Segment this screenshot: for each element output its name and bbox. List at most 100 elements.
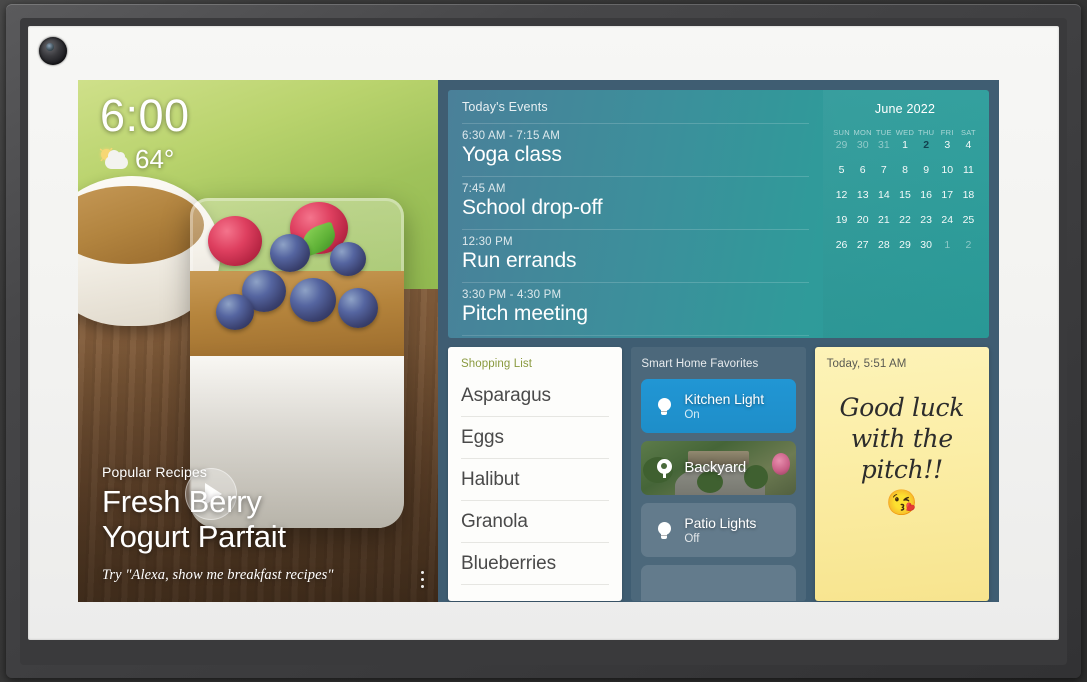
calendar-day-today[interactable]: 2 <box>916 137 937 153</box>
smart-home-card-name: Backyard <box>684 459 747 476</box>
event-row[interactable]: 3:30 PM - 4:30 PM Pitch meeting <box>462 282 809 335</box>
partly-cloudy-icon <box>98 145 130 171</box>
calendar-day[interactable]: 16 <box>916 187 937 203</box>
calendar-dow: TUE <box>875 128 892 137</box>
calendar-day[interactable]: 24 <box>937 212 958 228</box>
calendar-dow: THU <box>917 128 935 137</box>
shopping-list-title: Shopping List <box>461 358 532 370</box>
event-name: Run errands <box>462 249 577 272</box>
calendar-day[interactable]: 20 <box>852 212 873 228</box>
calendar-day[interactable]: 3 <box>937 137 958 153</box>
list-item[interactable]: Granola <box>461 501 610 543</box>
smart-home-card-state: Off <box>684 532 700 545</box>
bottom-widget-row: Shopping List Asparagus Eggs Halibut Gra… <box>448 347 989 601</box>
calendar-day[interactable]: 18 <box>958 187 979 203</box>
calendar-day[interactable]: 12 <box>831 187 852 203</box>
calendar-dow: SAT <box>960 128 976 137</box>
next-day-label: Tomorrow, Jun 3 <box>462 335 809 338</box>
calendar-day[interactable]: 30 <box>852 137 873 153</box>
calendar-days: 29 30 31 1 2 3 4 5 6 7 8 9 10 11 12 13 14 15 16 17 18 19 20 21 2… <box>831 137 979 253</box>
calendar-day[interactable]: 31 <box>873 137 894 153</box>
calendar-day[interactable]: 27 <box>852 237 873 253</box>
calendar-day[interactable]: 30 <box>916 237 937 253</box>
calendar-day[interactable]: 2 <box>958 237 979 253</box>
todays-events-widget[interactable]: Today's Events 6:30 AM - 7:15 AM Yoga cl… <box>448 90 823 338</box>
sticky-note-line2: with the <box>850 424 953 453</box>
smart-home-title: Smart Home Favorites <box>641 358 759 370</box>
lightbulb-icon <box>652 521 676 539</box>
calendar-day[interactable]: 7 <box>873 162 894 178</box>
sticky-note-line3: pitch!! <box>860 455 943 484</box>
calendar-day[interactable]: 21 <box>873 212 894 228</box>
event-time: 7:45 AM <box>462 183 506 195</box>
recipe-hero-card[interactable]: 6:00 64° Popular Recipes Fresh Berry Yog… <box>78 80 438 602</box>
smart-home-favorites-widget[interactable]: Smart Home Favorites Kitchen Light On Ba… <box>631 347 806 601</box>
list-item[interactable]: Asparagus <box>461 375 610 417</box>
temperature-value: 64° <box>135 144 175 174</box>
calendar-day[interactable]: 6 <box>852 162 873 178</box>
weather-widget: 64° <box>98 144 190 175</box>
kissing-face-emoji: 😘 <box>886 489 918 517</box>
calendar-day[interactable]: 1 <box>894 137 915 153</box>
smart-home-card-backyard-camera[interactable]: Backyard <box>641 441 796 495</box>
event-name: School drop-off <box>462 196 603 219</box>
calendar-day[interactable]: 8 <box>894 162 915 178</box>
calendar-events-panel: Today's Events 6:30 AM - 7:15 AM Yoga cl… <box>448 90 989 338</box>
calendar-widget[interactable]: June 2022 SUN MON TUE WED THU FRI SAT 29… <box>823 90 989 338</box>
calendar-day[interactable]: 22 <box>894 212 915 228</box>
clock-widget: 6:00 64° <box>98 93 190 175</box>
event-name: Yoga class <box>462 143 562 166</box>
smart-home-card-name: Kitchen Light <box>684 391 765 408</box>
sticky-note-line1: Good luck <box>839 393 965 422</box>
calendar-dow: WED <box>895 128 915 137</box>
shopping-list-widget[interactable]: Shopping List Asparagus Eggs Halibut Gra… <box>448 347 623 601</box>
calendar-day[interactable]: 17 <box>937 187 958 203</box>
widget-area: Today's Events 6:30 AM - 7:15 AM Yoga cl… <box>438 80 999 602</box>
calendar-day[interactable]: 14 <box>873 187 894 203</box>
sticky-note-text: Good luck with the pitch!! <box>827 392 977 485</box>
alexa-hint: Try "Alexa, show me breakfast recipes" <box>102 567 334 583</box>
device-camera-icon <box>39 37 67 65</box>
sticky-note-widget[interactable]: Today, 5:51 AM Good luck with the pitch!… <box>814 347 989 601</box>
calendar-day[interactable]: 28 <box>873 237 894 253</box>
smart-home-card-patio-lights[interactable]: Patio Lights Off <box>641 503 796 557</box>
smart-home-card-partial[interactable] <box>641 565 796 601</box>
calendar-day[interactable]: 5 <box>831 162 852 178</box>
calendar-day[interactable]: 29 <box>894 237 915 253</box>
event-time: 12:30 PM <box>462 236 513 248</box>
calendar-day[interactable]: 26 <box>831 237 852 253</box>
calendar-day[interactable]: 9 <box>916 162 937 178</box>
smart-home-card-name: Patio Lights <box>684 515 757 532</box>
event-name: Pitch meeting <box>462 302 588 325</box>
event-time: 6:30 AM - 7:15 AM <box>462 130 561 142</box>
list-item[interactable]: Halibut <box>461 459 610 501</box>
calendar-day[interactable]: 15 <box>894 187 915 203</box>
calendar-day[interactable]: 25 <box>958 212 979 228</box>
event-row[interactable]: 7:45 AM School drop-off <box>462 176 809 229</box>
calendar-day[interactable]: 29 <box>831 137 852 153</box>
calendar-day[interactable]: 11 <box>958 162 979 178</box>
calendar-day[interactable]: 10 <box>937 162 958 178</box>
display-screen: 6:00 64° Popular Recipes Fresh Berry Yog… <box>78 80 999 602</box>
events-title: Today's Events <box>462 100 548 114</box>
calendar-day[interactable]: 4 <box>958 137 979 153</box>
camera-icon <box>652 458 676 478</box>
calendar-day[interactable]: 19 <box>831 212 852 228</box>
list-item[interactable]: Eggs <box>461 417 610 459</box>
calendar-month-title: June 2022 <box>874 102 936 116</box>
event-row[interactable]: 12:30 PM Run errands <box>462 229 809 282</box>
calendar-grid: SUN MON TUE WED THU FRI SAT <box>831 128 979 137</box>
list-item[interactable]: Blueberries <box>461 543 610 585</box>
calendar-day[interactable]: 13 <box>852 187 873 203</box>
smart-home-card-kitchen-light[interactable]: Kitchen Light On <box>641 379 796 433</box>
more-vertical-icon[interactable] <box>420 570 424 588</box>
smart-home-card-state: On <box>684 408 700 421</box>
event-row[interactable]: 6:30 AM - 7:15 AM Yoga class <box>462 123 809 176</box>
recipe-title-line1: Fresh Berry <box>102 483 262 519</box>
calendar-dow: MON <box>853 128 872 137</box>
lightbulb-icon <box>652 397 676 415</box>
recipe-title-line2: Yogurt Parfait <box>102 518 286 554</box>
calendar-day[interactable]: 23 <box>916 212 937 228</box>
calendar-day[interactable]: 1 <box>937 237 958 253</box>
calendar-dow: FRI <box>940 128 954 137</box>
